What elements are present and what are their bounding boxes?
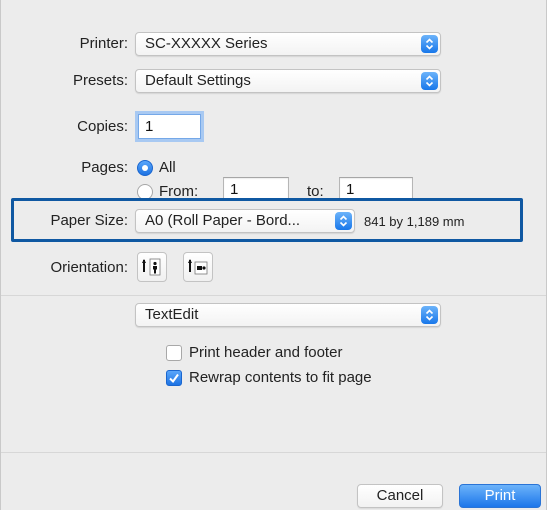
popup-arrows-icon bbox=[421, 35, 438, 53]
portrait-icon bbox=[142, 258, 161, 276]
pages-to-value: 1 bbox=[346, 181, 355, 198]
orientation-label: Orientation: bbox=[50, 259, 128, 276]
rewrap-contents-checkbox[interactable] bbox=[166, 370, 182, 386]
pages-all-label: All bbox=[159, 159, 176, 176]
paper-size-dimensions: 841 by 1,189 mm bbox=[364, 214, 465, 229]
printer-value: SC-XXXXX Series bbox=[145, 35, 268, 52]
print-button[interactable]: Print bbox=[459, 484, 541, 508]
presets-value: Default Settings bbox=[145, 72, 251, 89]
copies-label: Copies: bbox=[77, 118, 128, 135]
paper-size-value: A0 (Roll Paper - Bord... bbox=[145, 212, 301, 229]
pages-label: Pages: bbox=[81, 159, 128, 176]
separator-top bbox=[1, 295, 546, 296]
printer-popup[interactable]: SC-XXXXX Series bbox=[135, 32, 441, 56]
landscape-icon bbox=[188, 259, 208, 275]
cancel-button[interactable]: Cancel bbox=[357, 484, 443, 508]
paper-size-popup[interactable]: A0 (Roll Paper - Bord... bbox=[135, 209, 355, 233]
section-popup-value: TextEdit bbox=[145, 306, 199, 323]
popup-arrows-icon bbox=[421, 306, 438, 324]
copies-field[interactable]: 1 bbox=[138, 114, 201, 139]
rewrap-contents-label: Rewrap contents to fit page bbox=[189, 369, 372, 386]
orientation-landscape-button[interactable] bbox=[183, 252, 213, 282]
pages-all-radio[interactable] bbox=[137, 160, 153, 176]
popup-arrows-icon bbox=[335, 212, 352, 230]
pages-from-value: 1 bbox=[230, 181, 239, 198]
section-popup[interactable]: TextEdit bbox=[135, 303, 441, 327]
popup-arrows-icon bbox=[421, 72, 438, 90]
printer-label: Printer: bbox=[79, 35, 128, 52]
print-header-footer-checkbox[interactable] bbox=[166, 345, 182, 361]
separator-bottom bbox=[1, 452, 546, 453]
copies-value: 1 bbox=[145, 118, 154, 135]
presets-popup[interactable]: Default Settings bbox=[135, 69, 441, 93]
orientation-portrait-button[interactable] bbox=[137, 252, 167, 282]
print-header-footer-label: Print header and footer bbox=[189, 344, 343, 361]
checkmark-icon bbox=[169, 373, 179, 384]
presets-label: Presets: bbox=[72, 72, 128, 89]
paper-size-label: Paper Size: bbox=[50, 212, 128, 229]
print-dialog: Printer: SC-XXXXX Series Presets: Defaul… bbox=[0, 0, 547, 510]
